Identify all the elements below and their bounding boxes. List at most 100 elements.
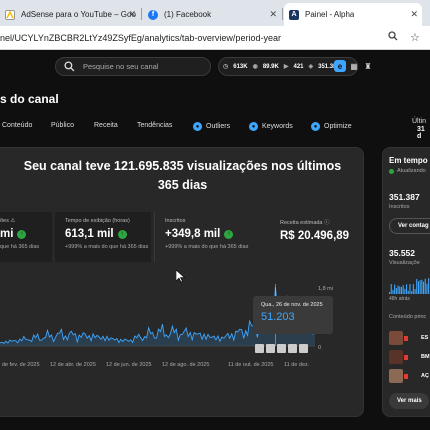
tab-label: Conteúdo xyxy=(2,122,33,129)
live-dot-icon xyxy=(389,168,394,174)
views-stat-icon: ◷ xyxy=(223,64,229,70)
realtime-bar-chart xyxy=(389,278,430,294)
chart-control-button[interactable] xyxy=(277,344,286,353)
count-stat-icon: ▶ xyxy=(283,64,289,70)
up-arrow-icon: ↑ xyxy=(117,229,127,239)
app-root: AdSense para o YouTube – Goo ✕ f (1) Fac… xyxy=(0,0,430,430)
realtime-bar xyxy=(402,285,404,294)
grid-icon[interactable]: ▦ xyxy=(348,60,360,72)
realtime-bar xyxy=(397,285,399,294)
tab-separator xyxy=(141,8,142,20)
realtime-bar xyxy=(409,284,411,294)
subs-stat-icon: ◉ xyxy=(252,64,258,70)
chart-control-button[interactable] xyxy=(288,344,297,353)
metric-sub: +999% a mais do que há 365 dias xyxy=(165,244,249,250)
browser-tab-alpha[interactable]: A Painel - Alpha ✕ xyxy=(284,3,422,26)
metric-value: 613,1 mil xyxy=(65,228,114,240)
tab-label: Keywords xyxy=(262,123,293,130)
total-stat-icon: ◈ xyxy=(308,64,314,70)
see-more-button[interactable]: Ver mais xyxy=(389,393,429,409)
top-content-item[interactable]: ES xyxy=(389,331,430,347)
realtime-subscribers-label: Inscritos xyxy=(389,204,410,210)
video-title: AÇ xyxy=(421,373,429,379)
realtime-bar xyxy=(417,281,419,294)
live-count-button[interactable]: Ver contag xyxy=(389,218,430,234)
top-content-item[interactable]: BM xyxy=(389,350,430,366)
metric-value-row: mi ↑ xyxy=(0,228,52,240)
headline-line-1: Seu canal teve 121.695.835 visualizações… xyxy=(23,159,342,173)
browser-tab-adsense[interactable]: AdSense para o YouTube – Goo ✕ xyxy=(0,3,140,26)
search-icon xyxy=(64,61,75,72)
tab-outliers[interactable]: ● Outliers xyxy=(193,122,230,131)
video-title: BM xyxy=(421,354,430,360)
outliers-icon: ● xyxy=(193,122,202,131)
video-thumbnail xyxy=(389,331,403,345)
tab-label: Receita xyxy=(94,122,118,129)
metric-views[interactable]: ões ⚠ mi ↑ que há 365 dias xyxy=(0,212,52,262)
chart-control-button[interactable] xyxy=(266,344,275,353)
top-content-item[interactable]: AÇ xyxy=(389,369,430,385)
chart-control-button[interactable] xyxy=(255,344,264,353)
youtube-icon xyxy=(404,355,408,360)
info-icon: ⓘ xyxy=(324,220,330,226)
realtime-bar xyxy=(428,278,430,294)
realtime-bar xyxy=(411,291,413,294)
metric-value: mi xyxy=(0,228,14,240)
realtime-bar xyxy=(392,289,394,294)
address-bar[interactable]: nel/UCYLYnZBCBR2LtYz49ZSyfEg/analytics/t… xyxy=(0,26,430,50)
x-tick-label: 11 de dez. xyxy=(284,362,310,368)
metric-value: R$ 20.496,89 xyxy=(280,230,350,242)
tab-revenue[interactable]: Receita xyxy=(94,122,118,129)
close-tab-icon[interactable]: ✕ xyxy=(269,9,277,20)
metric-sub: +999% a mais do que há 365 dias xyxy=(65,244,149,250)
optimize-icon: ● xyxy=(311,122,320,131)
youtube-icon xyxy=(404,374,408,379)
chart-controls xyxy=(255,344,310,353)
metric-value: +349,8 mil xyxy=(165,228,221,240)
metrics-row: ões ⚠ mi ↑ que há 365 dias Tempo de exibi… xyxy=(0,212,364,262)
tab-trends[interactable]: Tendências xyxy=(137,122,172,129)
analytics-tabs: Conteúdo Público Receita Tendências ● Out… xyxy=(0,122,430,136)
y-tick-label: 0 xyxy=(318,345,321,351)
overview-headline: Seu canal teve 121.695.835 visualizações… xyxy=(0,157,365,195)
realtime-bar xyxy=(389,292,391,294)
browser-tab-facebook[interactable]: f (1) Facebook ✕ xyxy=(143,3,281,26)
up-arrow-icon: ↑ xyxy=(17,229,27,239)
bookmark-star-icon[interactable]: ☆ xyxy=(410,31,420,44)
chart-control-button[interactable] xyxy=(299,344,308,353)
channel-search-input[interactable]: Pesquise no seu canal xyxy=(55,57,211,76)
close-tab-icon[interactable]: ✕ xyxy=(128,9,136,20)
close-tab-icon[interactable]: ✕ xyxy=(410,9,418,20)
page-title: s do canal xyxy=(0,92,59,106)
tab-label: Optimize xyxy=(324,123,352,130)
url-text[interactable]: nel/UCYLYnZBCBR2LtYz49ZSyfEg/analytics/t… xyxy=(0,33,281,43)
realtime-bar xyxy=(399,286,401,294)
metric-revenue[interactable]: Receita estimada ⓘ R$ 20.496,89 xyxy=(258,212,362,262)
realtime-subscribers: 351.387 xyxy=(389,192,420,202)
tab-audience[interactable]: Público xyxy=(51,122,74,129)
search-icon[interactable] xyxy=(388,31,398,44)
subs-stat: 89.9K xyxy=(262,63,279,70)
alpha-icon: A xyxy=(289,9,299,20)
see-more-placeholder xyxy=(0,388,40,404)
video-thumbnail xyxy=(389,369,403,383)
realtime-bar xyxy=(407,290,409,294)
tab-keywords[interactable]: ● Keywords xyxy=(249,122,293,131)
trophy-icon[interactable]: ♜ xyxy=(362,60,374,72)
top-content-label: Conteúdo princ xyxy=(389,314,427,320)
realtime-title: Em tempo xyxy=(389,156,428,165)
realtime-bar xyxy=(394,284,396,294)
tab-content[interactable]: Conteúdo xyxy=(2,122,32,129)
x-tick-label: de fev. de 2025 xyxy=(2,362,40,368)
views-stat: 613K xyxy=(233,63,248,70)
metric-subscribers[interactable]: Inscritos +349,8 mil ↑ +999% a mais do qu… xyxy=(154,212,254,262)
tab-title: Painel - Alpha xyxy=(305,10,355,19)
warning-icon: ⚠ xyxy=(10,218,16,224)
metric-label-text: ões xyxy=(0,218,9,224)
tab-optimize[interactable]: ● Optimize xyxy=(311,122,352,131)
metric-watch-time[interactable]: Tempo de exibição (horas) 613,1 mil ↑ +99… xyxy=(55,212,151,262)
realtime-views: 35.552 xyxy=(389,248,415,258)
tab-label: Tendências xyxy=(137,122,173,129)
extension-icon[interactable]: e xyxy=(334,60,346,72)
metric-value-row: 613,1 mil ↑ xyxy=(65,228,151,240)
